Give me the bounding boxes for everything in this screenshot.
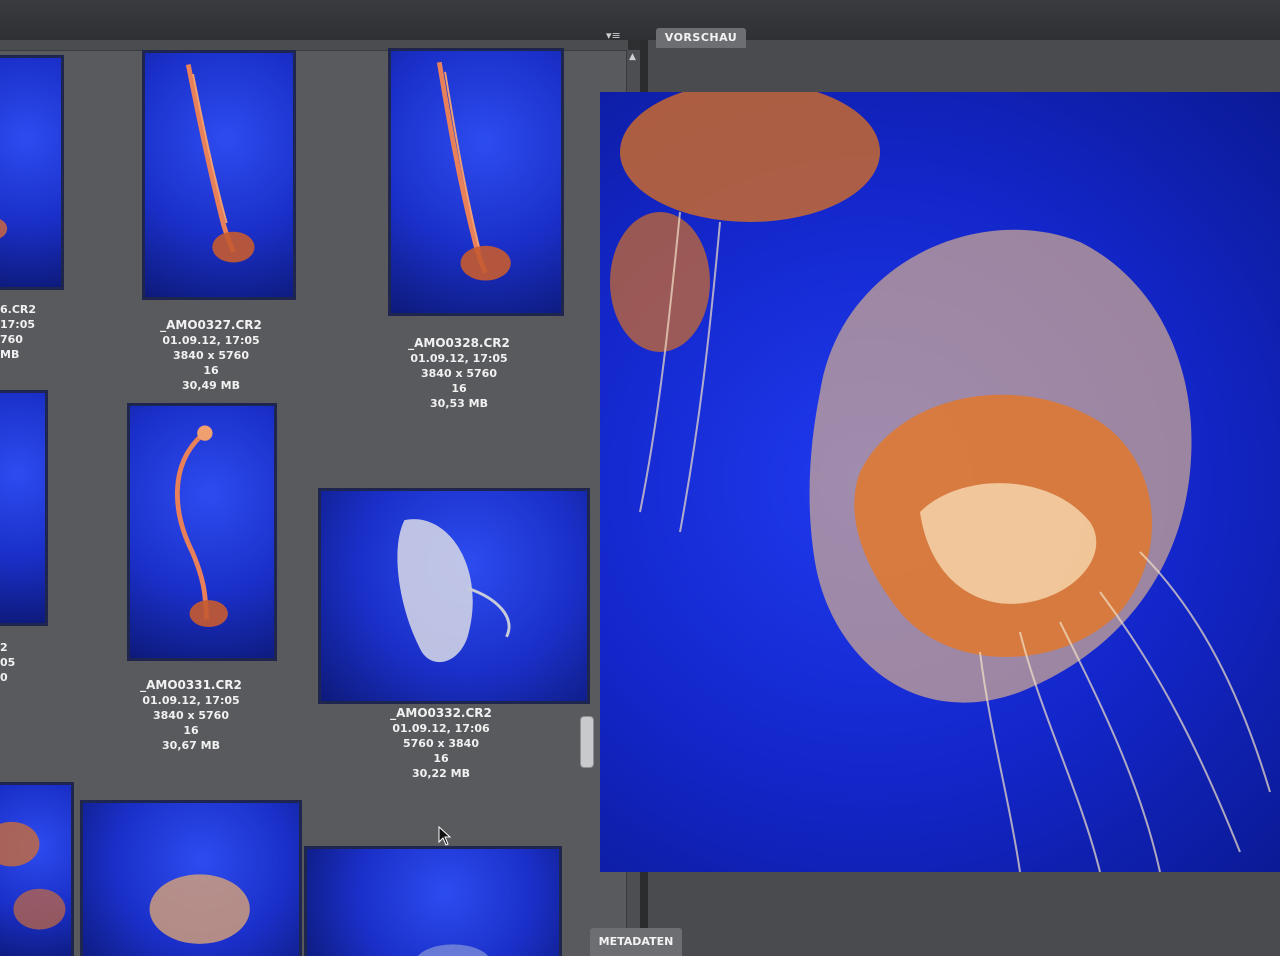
caption-partial-left-1: 6.CR2 17:05 760 MB <box>0 303 37 361</box>
jellyfish-preview-image <box>610 92 1271 872</box>
thumbnail-row3-2[interactable] <box>80 800 302 956</box>
file-bit-depth: 16 <box>203 364 219 377</box>
scrollbar-thumb[interactable] <box>580 716 594 768</box>
jellyfish-image <box>149 874 250 944</box>
thumbnail-amo0327[interactable] <box>142 50 296 300</box>
caption-amo0331: _AMO0331.CR2 01.09.12, 17:05 3840 x 5760… <box>106 678 276 753</box>
jellyfish-image <box>0 219 8 239</box>
file-date: 01.09.12, 17:05 <box>142 694 240 707</box>
caption-amo0328: _AMO0328.CR2 01.09.12, 17:05 3840 x 5760… <box>374 336 544 411</box>
thumbnail-partial-left-1[interactable] <box>0 55 64 290</box>
file-name: _AMO0331.CR2 <box>140 678 242 692</box>
file-bit-depth: 16 <box>183 724 199 737</box>
caption-amo0332: _AMO0332.CR2 01.09.12, 17:06 5760 x 3840… <box>356 706 526 781</box>
file-dimensions: 5760 x 3840 <box>403 737 479 750</box>
jellyfish-image <box>0 821 66 930</box>
file-dimensions: 3840 x 5760 <box>421 367 497 380</box>
file-date: 01.09.12, 17:05 <box>410 352 508 365</box>
scroll-up-arrow-icon[interactable]: ▲ <box>629 52 636 62</box>
jellyfish-image <box>417 944 489 956</box>
caption-partial-left-2: 2 05 0 <box>0 641 16 684</box>
file-name: _AMO0332.CR2 <box>390 706 492 720</box>
file-dimensions: 3840 x 5760 <box>153 709 229 722</box>
file-name: _AMO0327.CR2 <box>160 318 262 332</box>
jellyfish-image <box>436 61 511 281</box>
thumbnail-partial-left-2[interactable] <box>0 390 48 626</box>
preview-image <box>600 92 1280 872</box>
jellyfish-image <box>185 64 255 263</box>
list-menu-icon[interactable]: ▾≡ <box>606 30 626 42</box>
file-size: 30,67 MB <box>162 739 220 752</box>
thumbnail-amo0332[interactable] <box>318 488 590 704</box>
tab-metadata[interactable]: METADATEN <box>590 928 682 956</box>
jellyfish-image <box>0 393 45 623</box>
thumbnail-row3-3[interactable] <box>304 846 562 956</box>
mouse-pointer-icon <box>438 826 452 846</box>
caption-amo0327: _AMO0327.CR2 01.09.12, 17:05 3840 x 5760… <box>126 318 296 393</box>
file-bit-depth: 16 <box>451 382 467 395</box>
jellyfish-image <box>397 519 511 663</box>
thumbnail-amo0328[interactable] <box>388 48 564 316</box>
file-size: 30,53 MB <box>430 397 488 410</box>
thumbnail-row3-1[interactable] <box>0 782 74 956</box>
content-panel: 6.CR2 17:05 760 MB _AMO0327.CR2 01.09.12… <box>0 40 628 956</box>
thumbnail-amo0331[interactable] <box>127 403 277 661</box>
file-name: _AMO0328.CR2 <box>408 336 510 350</box>
file-size: 30,49 MB <box>182 379 240 392</box>
file-date: 01.09.12, 17:05 <box>162 334 260 347</box>
file-size: 30,22 MB <box>412 767 470 780</box>
file-bit-depth: 16 <box>433 752 449 765</box>
file-date: 01.09.12, 17:06 <box>392 722 490 735</box>
tab-preview[interactable]: VORSCHAU <box>656 28 746 48</box>
top-toolbar <box>0 0 1280 40</box>
file-dimensions: 3840 x 5760 <box>173 349 249 362</box>
jellyfish-image <box>175 425 228 628</box>
